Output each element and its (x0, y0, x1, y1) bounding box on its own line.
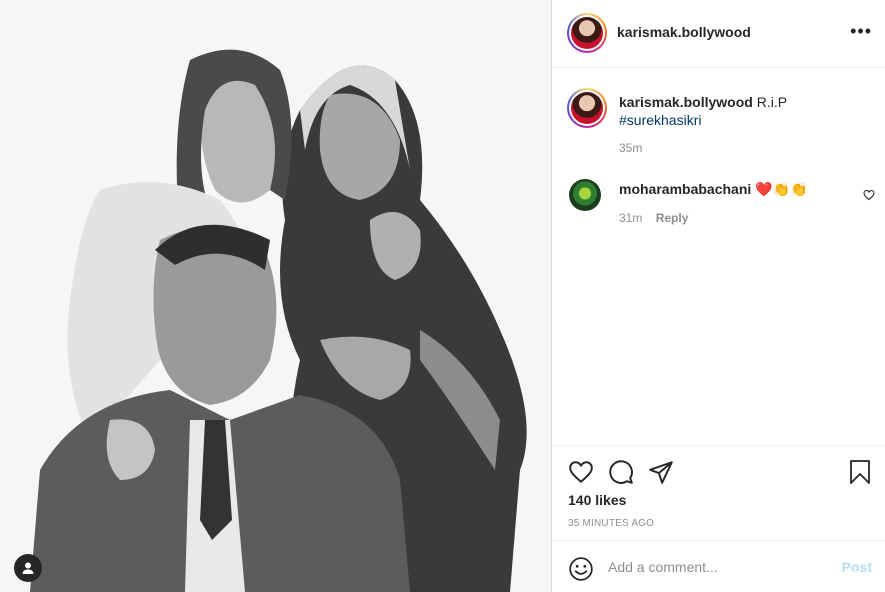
post-time-ago[interactable]: 35 MINUTES AGO (568, 518, 654, 529)
comment-input[interactable] (608, 557, 828, 577)
caption-username[interactable]: karismak.bollywood (619, 94, 753, 110)
save-button[interactable] (848, 459, 872, 490)
caption-hashtag[interactable]: #surekhasikri (619, 112, 701, 128)
post-comment-button[interactable]: Post (842, 559, 872, 575)
caption-timestamp[interactable]: 35m (619, 141, 642, 155)
user-tag-icon (22, 562, 34, 574)
commenter-username[interactable]: moharambabachani (619, 181, 751, 197)
bookmark-icon (850, 460, 870, 484)
commenter-avatar[interactable] (569, 179, 601, 211)
comment-meta: 31m Reply (619, 211, 688, 225)
comment-button[interactable] (608, 459, 634, 490)
comment-timestamp[interactable]: 31m (619, 211, 642, 225)
share-button[interactable] (648, 459, 674, 490)
add-comment-bar: Post (552, 540, 885, 592)
emoji-button[interactable] (568, 556, 594, 587)
post-header: karismak.bollywood ••• (552, 0, 885, 68)
post-actions: 140 likes 35 MINUTES AGO (552, 445, 885, 540)
heart-icon (569, 461, 593, 484)
heart-icon (863, 189, 875, 201)
post-side-panel: karismak.bollywood ••• karismak.bollywoo… (551, 0, 885, 592)
photo-illustration (0, 0, 551, 592)
caption-avatar[interactable] (567, 88, 607, 128)
user-tag-button[interactable] (14, 554, 42, 582)
comment-body: ❤️👏👏 (755, 181, 808, 197)
like-button[interactable] (568, 459, 594, 490)
reply-button[interactable]: Reply (656, 211, 689, 225)
caption-body: R.i.P (756, 94, 788, 110)
caption-text: karismak.bollywood R.i.P #surekhasikri (619, 93, 869, 129)
paper-plane-icon (649, 461, 673, 484)
likes-count[interactable]: 140 likes (568, 492, 626, 508)
post-photo[interactable] (0, 0, 551, 592)
comment-icon (609, 460, 633, 484)
author-username[interactable]: karismak.bollywood (617, 24, 751, 40)
comment-text: moharambabachani ❤️👏👏 (619, 180, 849, 198)
more-options-button[interactable]: ••• (850, 22, 872, 40)
comment-like-button[interactable] (863, 188, 875, 206)
smiley-icon (569, 557, 593, 581)
author-avatar[interactable] (567, 13, 607, 53)
